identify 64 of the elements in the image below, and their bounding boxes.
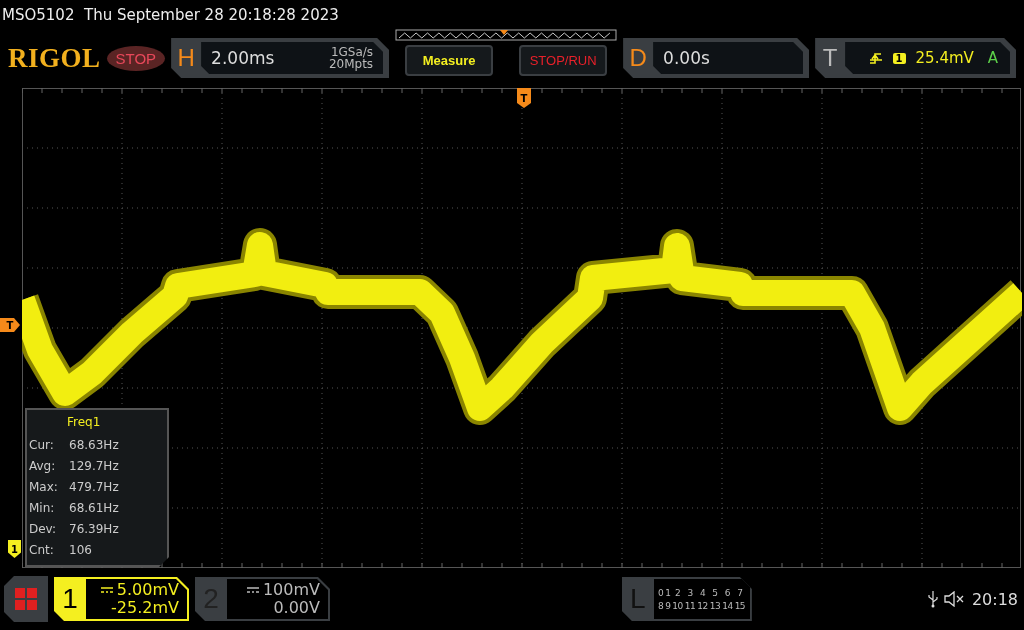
measurement-value: 106: [68, 542, 92, 557]
device-title: MSO5102 Thu September 28 20:18:28 2023: [1, 5, 340, 26]
logic-channel-number: 7: [736, 587, 744, 598]
measurement-label: Cur:: [28, 437, 55, 452]
timebase-value: 2.00ms: [211, 48, 275, 68]
logic-channel-number: 5: [711, 587, 719, 598]
channel-offset: 0.00V: [273, 599, 320, 617]
measurement-label: Cnt:: [28, 542, 55, 557]
measurement-title: Freq1: [66, 414, 102, 431]
logic-channel-number: 15: [734, 600, 746, 611]
measurement-label: Min:: [28, 500, 56, 515]
measurement-value: 129.7Hz: [68, 458, 119, 473]
menu-button[interactable]: [4, 576, 48, 622]
logic-channel-number: 10: [672, 600, 683, 611]
logic-channel-number: 6: [723, 587, 731, 598]
sample-rate: 1GSa/s: [330, 46, 374, 58]
logic-channel-number: 13: [709, 600, 721, 611]
channel-panel[interactable]: 1 5.00mV -25.2mV: [54, 577, 189, 621]
horizontal-label: H: [176, 44, 196, 72]
trigger-mode: A: [987, 49, 999, 67]
trigger-panel[interactable]: T 1 25.4mV A: [815, 38, 1017, 78]
logic-channel-number: 9: [665, 600, 671, 611]
logic-channel-number: 3: [686, 587, 694, 598]
measurement-value: 479.7Hz: [68, 479, 119, 494]
rising-edge-icon: [868, 51, 883, 65]
trigger-level: 25.4mV: [915, 49, 974, 67]
logic-channel-number: 4: [698, 587, 707, 598]
measurement-value: 68.63Hz: [68, 437, 119, 452]
horizontal-panel[interactable]: H 2.00ms 1GSa/s 20Mpts: [171, 38, 390, 78]
logic-channel-number: 12: [697, 600, 708, 611]
logic-channel-number: 1: [665, 587, 671, 598]
measure-button[interactable]: Measure: [405, 44, 494, 76]
grid-icon: [14, 587, 38, 611]
channel-offset: -25.2mV: [111, 599, 179, 617]
usb-icon: [927, 590, 938, 608]
brand-logo: RIGOL: [8, 42, 101, 74]
channel-scale: 5.00mV: [116, 581, 179, 599]
dc-coupling-icon: [246, 587, 259, 593]
dc-coupling-icon: [100, 587, 113, 593]
measurement-label: Avg:: [28, 458, 57, 473]
channel-marker[interactable]: 1: [8, 540, 21, 558]
logic-channel-number: 14: [722, 600, 733, 611]
stop-run-button[interactable]: STOP/RUN: [519, 44, 608, 76]
clock-time: 20:18: [971, 589, 1018, 609]
delay-value: 0.00s: [663, 48, 710, 68]
measurement-label: Max:: [28, 479, 59, 494]
speaker-muted-icon: [943, 591, 966, 607]
trigger-level-marker[interactable]: T: [0, 318, 20, 332]
delay-panel[interactable]: D 0.00s: [623, 38, 810, 78]
logic-channel-number: 8: [657, 600, 664, 611]
trigger-source-badge: 1: [892, 52, 906, 64]
run-status-badge: STOP: [106, 45, 166, 71]
trigger-position-marker[interactable]: T: [517, 88, 531, 108]
measurement-value: 68.61Hz: [68, 500, 119, 515]
logic-channel-number: 11: [684, 600, 696, 611]
logic-channel-number: 2: [673, 587, 682, 598]
logic-channel-number: 0: [657, 587, 664, 598]
memory-depth: 20Mpts: [328, 58, 374, 70]
channel-scale: 100mV: [262, 581, 320, 599]
channel-number: 1: [61, 582, 79, 616]
measurement-label: Dev:: [28, 521, 58, 536]
measurement-value: 76.39Hz: [68, 521, 119, 536]
trigger-label: T: [821, 44, 839, 72]
delay-label: D: [628, 44, 648, 72]
